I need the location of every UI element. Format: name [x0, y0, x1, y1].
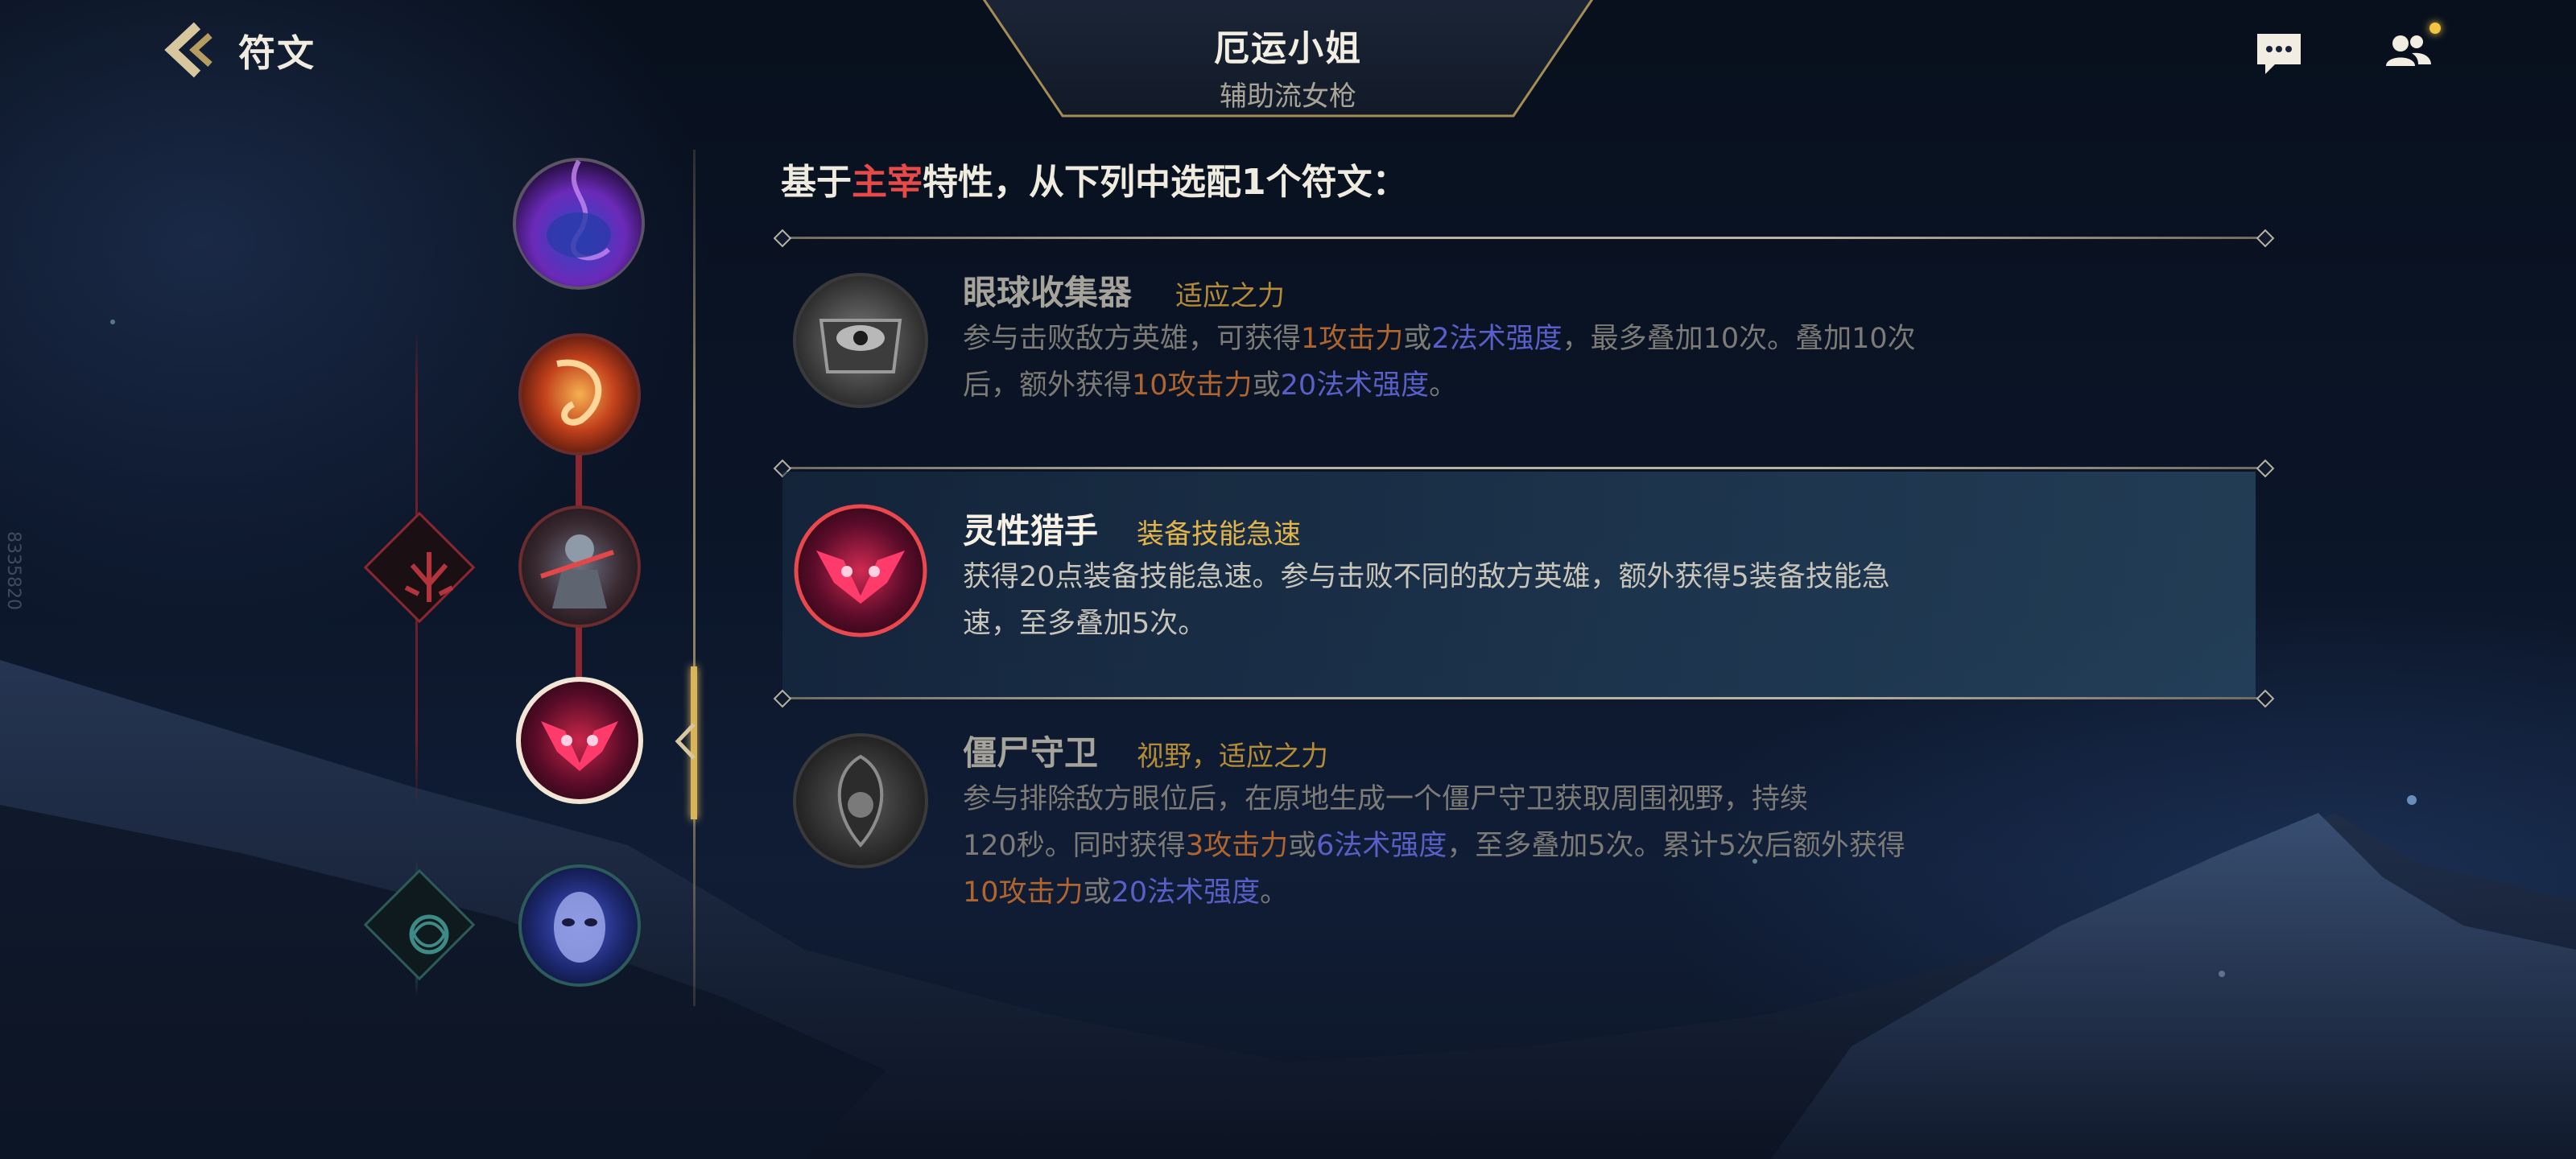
rune-tag: 适应之力: [1175, 280, 1285, 312]
rune-slot-row2[interactable]: [517, 504, 642, 629]
desc-line: 后，额外获得10攻击力或20法术强度。: [963, 369, 1458, 402]
friends-button[interactable]: [2380, 27, 2438, 76]
rune-description: 参与排除敌方眼位后，在原地生成一个僵尸守卫获取周围视野，持续 120秒。同时获得…: [963, 776, 1993, 916]
hero-name: 厄运小姐: [1214, 28, 1362, 69]
notification-dot: [2429, 23, 2441, 34]
option-divider: [782, 237, 2265, 239]
domination-path-icon: [404, 552, 454, 602]
eyeball-collection-icon: [793, 273, 928, 408]
prompt-highlight: 主宰: [852, 162, 923, 203]
page-title: 符文: [238, 31, 316, 75]
rune-name: 灵性猎手: [963, 511, 1099, 551]
rune-description: 参与击败敌方英雄，可获得1攻击力或2法术强度，最多叠加10次。叠加10次 后，额…: [963, 316, 1993, 409]
friends-icon: [2386, 35, 2431, 66]
chat-button[interactable]: [2254, 29, 2304, 77]
zombie-ward-icon: [793, 733, 928, 868]
prompt-prefix: 基于: [781, 162, 852, 203]
rune-option-zombie-ward[interactable]: 僵尸守卫 视野，适应之力 参与排除敌方眼位后，在原地生成一个僵尸守卫获取周围视野…: [782, 702, 2256, 943]
hero-build-name: 辅助流女枪: [1220, 80, 1356, 113]
inspiration-path-icon: [409, 914, 449, 955]
desc-line: 速，至多叠加5次。: [963, 608, 1207, 640]
chat-icon: [2257, 34, 2301, 74]
rune-option-eyeball-collection[interactable]: 眼球收集器 适应之力 参与击败敌方英雄，可获得1攻击力或2法术强度，最多叠加10…: [782, 241, 2256, 459]
rune-selection-screen: 8335820 符文 厄运小姐 辅助流女枪 基于主宰特性，从下列中选配1个符文：…: [0, 0, 2576, 1159]
chevron-left-icon: [164, 22, 213, 78]
secondary-rune-slot[interactable]: [517, 863, 642, 988]
back-button[interactable]: [158, 19, 222, 80]
rune-option-ghost-poro-hunter-selected[interactable]: 灵性猎手 装备技能急速 获得20点装备技能急速。参与击败不同的敌方英雄，额外获得…: [782, 472, 2256, 697]
rune-tag: 视野，适应之力: [1137, 740, 1328, 773]
desc-line: 参与排除敌方眼位后，在原地生成一个僵尸守卫获取周围视野，持续: [963, 783, 1809, 815]
build-watermark: 8335820: [3, 531, 23, 610]
rune-name: 僵尸守卫: [963, 733, 1099, 773]
desc-line: 120秒。同时获得3攻击力或6法术强度，至多叠加5次。累计5次后额外获得: [963, 830, 1905, 862]
rune-tag: 装备技能急速: [1137, 518, 1301, 551]
option-divider: [782, 467, 2265, 469]
desc-line: 获得20点装备技能急速。参与击败不同的敌方英雄，额外获得5装备技能急: [963, 561, 1890, 593]
rune-slot-row3-selected[interactable]: [514, 674, 646, 806]
selection-prompt: 基于主宰特性，从下列中选配1个符文：: [781, 153, 1408, 204]
chevron-left-icon: [675, 723, 696, 760]
rune-slot-row1[interactable]: [517, 332, 642, 457]
desc-line: 参与击败敌方英雄，可获得1攻击力或2法术强度，最多叠加10次。叠加10次: [963, 323, 1916, 355]
option-divider: [782, 697, 2265, 699]
rune-description: 获得20点装备技能急速。参与击败不同的敌方英雄，额外获得5装备技能急 速，至多叠…: [963, 554, 1993, 647]
column-divider: [693, 150, 696, 1006]
red-owl-icon: [794, 504, 927, 637]
prompt-suffix: 特性，从下列中选配1个符文：: [923, 162, 1408, 203]
rune-name: 眼球收集器: [963, 273, 1133, 312]
desc-line: 10攻击力或20法术强度。: [963, 876, 1289, 909]
keystone-rune-slot[interactable]: [512, 145, 646, 290]
